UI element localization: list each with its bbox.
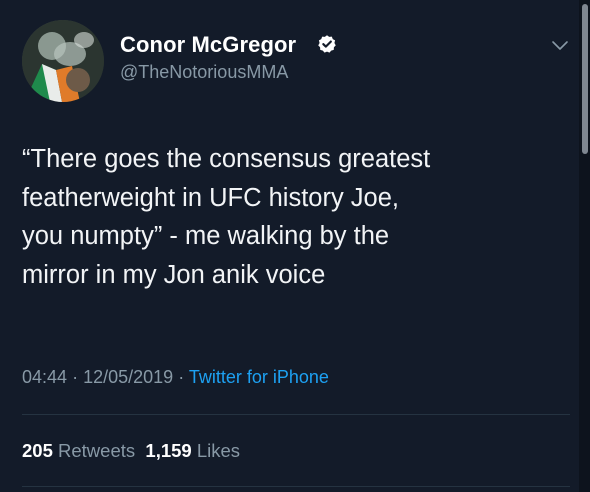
retweets-label: Retweets [58, 440, 136, 461]
tweet-text: “There goes the consensus greatest feath… [22, 145, 431, 289]
retweets-stat[interactable]: 205 Retweets [22, 440, 135, 461]
divider [22, 486, 570, 487]
divider [22, 414, 570, 415]
chevron-down-icon[interactable] [551, 40, 569, 52]
verified-badge-icon [318, 35, 336, 53]
likes-stat[interactable]: 1,159 Likes [145, 440, 240, 461]
likes-label: Likes [196, 440, 241, 461]
display-name[interactable]: Conor McGregor [120, 32, 296, 58]
meta-separator: · [178, 367, 185, 387]
meta-separator: · [72, 367, 79, 387]
tweet-card: Conor McGregor @TheNotoriousMMA “There g… [0, 0, 590, 492]
tweet-stats: 205 Retweets 1,159 Likes [22, 440, 240, 462]
avatar[interactable] [22, 20, 104, 102]
tweet-date[interactable]: 12/05/2019 [83, 367, 173, 387]
retweets-count: 205 [22, 440, 53, 461]
scrollbar-thumb[interactable] [582, 4, 588, 154]
tweet-time[interactable]: 04:44 [22, 367, 67, 387]
tweet-source-link[interactable]: Twitter for iPhone [189, 367, 329, 387]
likes-count: 1,159 [145, 440, 192, 461]
user-handle[interactable]: @TheNotoriousMMA [120, 62, 288, 83]
tweet-meta: 04:44 · 12/05/2019 · Twitter for iPhone [22, 367, 329, 388]
avatar-image [22, 20, 104, 102]
